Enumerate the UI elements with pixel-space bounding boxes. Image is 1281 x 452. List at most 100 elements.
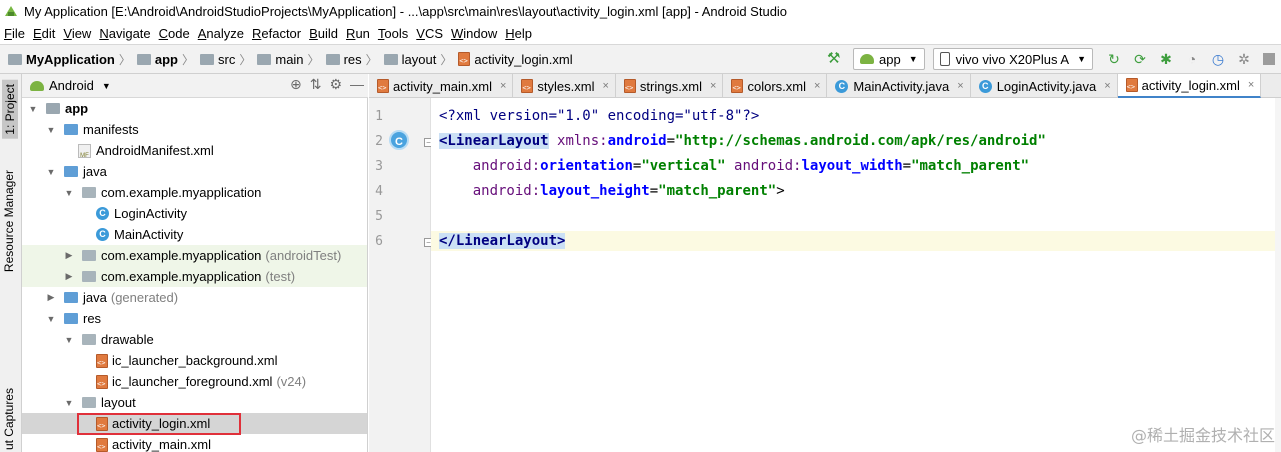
expanded-arrow-icon[interactable]: ▼ xyxy=(64,335,74,345)
line-number: 6 xyxy=(375,234,383,249)
caret-down-icon: ▼ xyxy=(908,54,918,64)
tree-item-java-generated[interactable]: ▶ java (generated) xyxy=(22,287,367,308)
tab-main-activity-java[interactable]: C MainActivity.java × xyxy=(827,74,971,98)
tree-item-ic-launcher-foreground[interactable]: ic_launcher_foreground.xml(v24) xyxy=(22,371,367,392)
tree-item-package[interactable]: ▼ com.example.myapplication xyxy=(22,182,367,203)
close-icon[interactable]: × xyxy=(500,80,506,92)
folder-icon xyxy=(64,313,78,324)
project-panel-header: Android ▼ ⊕ ⇅ ⚙ — xyxy=(22,74,368,98)
debug-icon[interactable]: ✱ xyxy=(1158,51,1174,67)
close-icon[interactable]: × xyxy=(1104,80,1110,92)
xml-file-icon xyxy=(731,79,744,93)
menu-analyze[interactable]: Analyze xyxy=(198,26,244,41)
layout-captures-tool-tab[interactable]: ut Captures xyxy=(2,388,16,450)
menu-vcs[interactable]: VCS xyxy=(416,26,443,41)
xml-file-icon xyxy=(458,52,471,66)
tree-item-main-activity[interactable]: C MainActivity xyxy=(22,224,367,245)
expanded-arrow-icon[interactable]: ▼ xyxy=(28,104,38,114)
chevron-right-icon: 〉 xyxy=(118,52,131,67)
tree-item-package-test[interactable]: ▶ com.example.myapplication (test) xyxy=(22,266,367,287)
breadcrumb-app[interactable]: app 〉 xyxy=(136,51,200,68)
menu-code[interactable]: Code xyxy=(159,26,190,41)
caret-down-icon[interactable]: ▼ xyxy=(102,81,111,91)
manifest-file-icon: MF xyxy=(78,143,91,159)
tree-item-layout[interactable]: ▼ layout xyxy=(22,392,367,413)
run-config-dropdown[interactable]: app ▼ xyxy=(853,48,925,70)
tree-item-login-activity[interactable]: C LoginActivity xyxy=(22,203,367,224)
expanded-arrow-icon[interactable]: ▼ xyxy=(46,167,56,177)
menu-help[interactable]: Help xyxy=(505,26,532,41)
class-icon: C xyxy=(96,228,109,241)
hide-panel-icon[interactable]: — xyxy=(350,76,364,93)
rerun-icon[interactable]: ↻ xyxy=(1106,51,1122,67)
tree-item-activity-login[interactable]: activity_login.xml xyxy=(22,413,367,434)
close-icon[interactable]: × xyxy=(710,80,716,92)
chevron-right-icon: 〉 xyxy=(239,52,252,67)
window-title: My Application [E:\Android\AndroidStudio… xyxy=(24,3,788,19)
collapse-all-icon[interactable]: ⇅ xyxy=(310,76,322,93)
close-icon[interactable]: × xyxy=(602,80,608,92)
hammer-icon[interactable]: ⚒ xyxy=(827,51,843,67)
breadcrumb-file[interactable]: activity_login.xml xyxy=(458,52,573,67)
expanded-arrow-icon[interactable]: ▼ xyxy=(64,398,74,408)
tab-styles[interactable]: styles.xml× xyxy=(513,74,616,98)
menu-edit[interactable]: Edit xyxy=(33,26,55,41)
menu-file[interactable]: File xyxy=(4,26,25,41)
tab-colors[interactable]: colors.xml× xyxy=(723,74,828,98)
close-icon[interactable]: × xyxy=(957,80,963,92)
expanded-arrow-icon[interactable]: ▼ xyxy=(46,125,56,135)
menu-window[interactable]: Window xyxy=(451,26,497,41)
menu-run[interactable]: Run xyxy=(346,26,370,41)
collapsed-arrow-icon[interactable]: ▶ xyxy=(64,271,74,282)
menu-navigate[interactable]: Navigate xyxy=(99,26,150,41)
code-line-2: <LinearLayout xmlns:android="http://sche… xyxy=(439,133,1046,149)
apply-changes-icon[interactable]: ⟳ xyxy=(1132,51,1148,67)
tab-activity-main[interactable]: activity_main.xml× xyxy=(369,74,514,98)
gear-icon[interactable]: ⚙ xyxy=(329,76,342,93)
menu-tools[interactable]: Tools xyxy=(378,26,408,41)
tree-item-drawable[interactable]: ▼ drawable xyxy=(22,329,367,350)
chevron-right-icon: 〉 xyxy=(440,52,453,67)
locate-icon[interactable]: ⊕ xyxy=(290,76,302,93)
expanded-arrow-icon[interactable]: ▼ xyxy=(64,188,74,198)
attach-debugger-icon[interactable]: ✲ xyxy=(1236,51,1252,67)
breadcrumb-main[interactable]: main 〉 xyxy=(257,51,325,68)
tree-item-app[interactable]: ▼ app xyxy=(22,98,367,119)
tree-item-package-androidtest[interactable]: ▶ com.example.myapplication (androidTest) xyxy=(22,245,367,266)
project-view-mode[interactable]: Android xyxy=(49,78,94,93)
related-class-gutter-icon[interactable]: C xyxy=(389,130,409,150)
profile-icon[interactable]: ◔ xyxy=(1184,51,1200,67)
breadcrumb-res[interactable]: res 〉 xyxy=(325,51,384,68)
device-dropdown[interactable]: vivo vivo X20Plus A ▼ xyxy=(932,48,1093,70)
close-icon[interactable]: × xyxy=(1248,79,1254,91)
close-icon[interactable]: × xyxy=(814,80,820,92)
menu-build[interactable]: Build xyxy=(309,26,338,41)
breadcrumb-src[interactable]: src 〉 xyxy=(200,51,257,68)
menu-refactor[interactable]: Refactor xyxy=(252,26,301,41)
expanded-arrow-icon[interactable]: ▼ xyxy=(46,314,56,324)
code-editor[interactable]: <?xml version="1.0" encoding="utf-8"?> <… xyxy=(431,98,1281,452)
editor-scrollbar[interactable] xyxy=(1275,98,1281,452)
editor-gutter: 1 2 3 4 5 6 C − − xyxy=(369,98,433,452)
breadcrumb-layout[interactable]: layout 〉 xyxy=(383,51,459,68)
collapsed-arrow-icon[interactable]: ▶ xyxy=(46,292,56,303)
tree-item-manifest-file[interactable]: MF AndroidManifest.xml xyxy=(22,140,367,161)
code-line-1: <?xml version="1.0" encoding="utf-8"?> xyxy=(439,108,760,124)
project-tool-tab[interactable]: 1: Project xyxy=(2,80,18,139)
tree-item-activity-main[interactable]: activity_main.xml xyxy=(22,434,367,452)
tab-strings[interactable]: strings.xml× xyxy=(616,74,724,98)
tab-activity-login[interactable]: activity_login.xml× xyxy=(1117,74,1262,98)
profiler-icon[interactable]: ◷ xyxy=(1210,51,1226,67)
line-number: 4 xyxy=(375,184,383,199)
tab-login-activity-java[interactable]: C LoginActivity.java × xyxy=(971,74,1118,98)
menu-view[interactable]: View xyxy=(63,26,91,41)
tree-item-java[interactable]: ▼ java xyxy=(22,161,367,182)
collapsed-arrow-icon[interactable]: ▶ xyxy=(64,250,74,261)
breadcrumb-project[interactable]: MyApplication 〉 xyxy=(8,51,137,68)
resource-manager-tool-tab[interactable]: Resource Manager xyxy=(2,170,16,272)
stop-icon[interactable] xyxy=(1263,53,1275,65)
tree-item-res[interactable]: ▼ res xyxy=(22,308,367,329)
tree-item-ic-launcher-background[interactable]: ic_launcher_background.xml xyxy=(22,350,367,371)
tree-item-manifests[interactable]: ▼ manifests xyxy=(22,119,367,140)
watermark: @稀土掘金技术社区 xyxy=(1130,426,1275,445)
